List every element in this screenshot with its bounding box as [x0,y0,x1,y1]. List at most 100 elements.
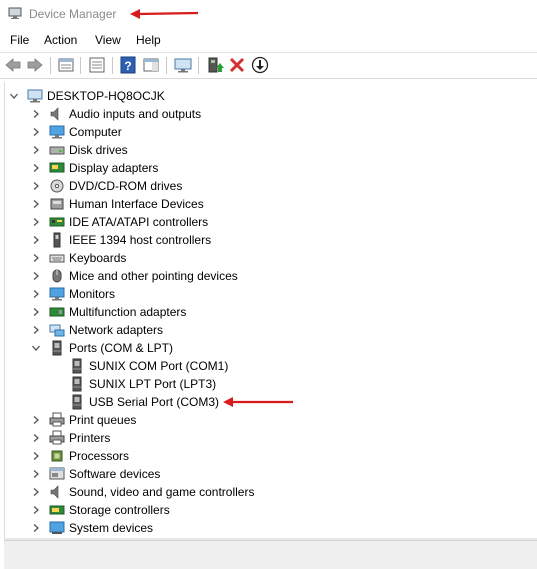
tree-category-label: IDE ATA/ATAPI controllers [69,215,209,229]
menu-action[interactable]: Action [44,33,77,47]
chevron-right-icon[interactable] [31,127,41,137]
chevron-right-icon[interactable] [31,451,41,461]
speaker-icon [50,107,59,121]
dvd-icon [50,179,64,193]
tree-category-label: Audio inputs and outputs [69,107,202,121]
tree-device-label: USB Serial Port (COM3) [89,395,220,409]
tree-category[interactable]: Printers [5,429,525,447]
chevron-right-icon[interactable] [31,433,41,443]
tree-category-label: Computer [69,125,122,139]
chevron-right-icon[interactable] [31,487,41,497]
tree-category[interactable]: Storage controllers [5,501,525,519]
tree-category[interactable]: Sound, video and game controllers [5,483,525,501]
tree-category[interactable]: Ports (COM & LPT) [5,339,525,357]
monitor-icon [49,125,65,139]
help-icon[interactable]: ? [119,56,137,74]
tree-category-label: Monitors [69,287,116,301]
chevron-right-icon[interactable] [31,163,41,173]
ieee-icon [53,232,61,248]
tree-category[interactable]: DVD/CD-ROM drives [5,177,525,195]
tree-category[interactable]: Mice and other pointing devices [5,267,525,285]
tree-category-label: Keyboards [69,251,127,265]
show-hide-icon[interactable] [88,56,106,74]
tree-category[interactable]: IDE ATA/ATAPI controllers [5,213,525,231]
chevron-right-icon[interactable] [31,271,41,281]
chevron-right-icon[interactable] [31,145,41,155]
window-title: Device Manager [29,7,117,21]
tree-category[interactable]: Display adapters [5,159,525,177]
toolbar-separator [166,57,167,74]
forward-icon[interactable] [26,56,44,74]
tree-category-label: Human Interface Devices [69,197,204,211]
device-tree[interactable]: DESKTOP-HQ8OCJK Audio inputs and outputs C… [4,82,537,538]
tree-category-label: System devices [69,521,154,535]
chevron-right-icon[interactable] [31,469,41,479]
chevron-right-icon[interactable] [31,235,41,245]
hid-icon [50,198,64,210]
tree-root[interactable]: DESKTOP-HQ8OCJK [5,87,525,105]
tree-category[interactable]: IEEE 1394 host controllers [5,231,525,249]
tree-device[interactable]: SUNIX COM Port (COM1) [5,357,525,375]
tree-category[interactable]: Software devices [5,465,525,483]
tree-category[interactable]: Keyboards [5,249,525,267]
uninstall-icon[interactable] [228,56,246,74]
tree-category[interactable]: Multifunction adapters [5,303,525,321]
chevron-right-icon[interactable] [31,325,41,335]
chevron-right-icon[interactable] [31,505,41,515]
status-bar [4,540,537,569]
toolbar-separator [198,57,199,74]
printer-icon [49,412,65,427]
software-device-icon [49,467,65,480]
tree-category[interactable]: Computer [5,123,525,141]
keyboard-icon [49,254,65,263]
back-icon[interactable] [4,56,22,74]
menu-file[interactable]: File [10,33,29,47]
tree-device-label: SUNIX LPT Port (LPT3) [89,377,217,391]
tree-category[interactable]: Network adapters [5,321,525,339]
ide-icon [49,217,65,227]
speaker-icon [50,485,59,499]
tree-category[interactable]: Disk drives [5,141,525,159]
system-icon [49,521,65,534]
chevron-right-icon[interactable] [31,415,41,425]
chevron-right-icon[interactable] [31,181,41,191]
tree-category[interactable]: Human Interface Devices [5,195,525,213]
toolbar-separator [112,57,113,74]
mouse-icon [52,269,62,283]
tree-category[interactable]: Processors [5,447,525,465]
menu-view[interactable]: View [95,33,121,47]
chevron-down-icon[interactable] [9,91,19,101]
update-driver-icon[interactable] [206,56,224,74]
monitor-icon [49,287,65,301]
tree-category[interactable]: Print queues [5,411,525,429]
tree-category-label: Display adapters [69,161,159,175]
tree-root-label: DESKTOP-HQ8OCJK [47,89,165,103]
tree-category-label: Print queues [69,413,137,427]
tree-category-label: DVD/CD-ROM drives [69,179,183,193]
toolbar: ? [0,52,537,79]
tree-category[interactable]: Audio inputs and outputs [5,105,525,123]
chevron-right-icon[interactable] [31,253,41,263]
scan-hardware-icon[interactable] [174,56,192,74]
computer-root-icon [27,89,43,103]
port-icon [52,340,62,356]
chevron-right-icon[interactable] [31,523,41,533]
tree-device[interactable]: SUNIX LPT Port (LPT3) [5,375,525,393]
tree-category[interactable]: Monitors [5,285,525,303]
menu-help[interactable]: Help [136,33,161,47]
annotation-arrow-usb-serial [223,397,293,407]
multifunction-icon [49,307,65,317]
properties-icon[interactable] [57,56,75,74]
tree-category-label: Processors [69,449,130,463]
chevron-right-icon[interactable] [31,109,41,119]
disable-device-icon[interactable] [251,56,269,74]
chevron-right-icon[interactable] [31,307,41,317]
chevron-right-icon[interactable] [31,217,41,227]
chevron-right-icon[interactable] [31,289,41,299]
action-pane-icon[interactable] [142,56,160,74]
chevron-down-icon[interactable] [31,343,41,353]
chevron-right-icon[interactable] [31,199,41,209]
tree-device-label: SUNIX COM Port (COM1) [89,359,229,373]
tree-category-label: Software devices [69,467,161,481]
tree-category[interactable]: System devices [5,519,525,537]
